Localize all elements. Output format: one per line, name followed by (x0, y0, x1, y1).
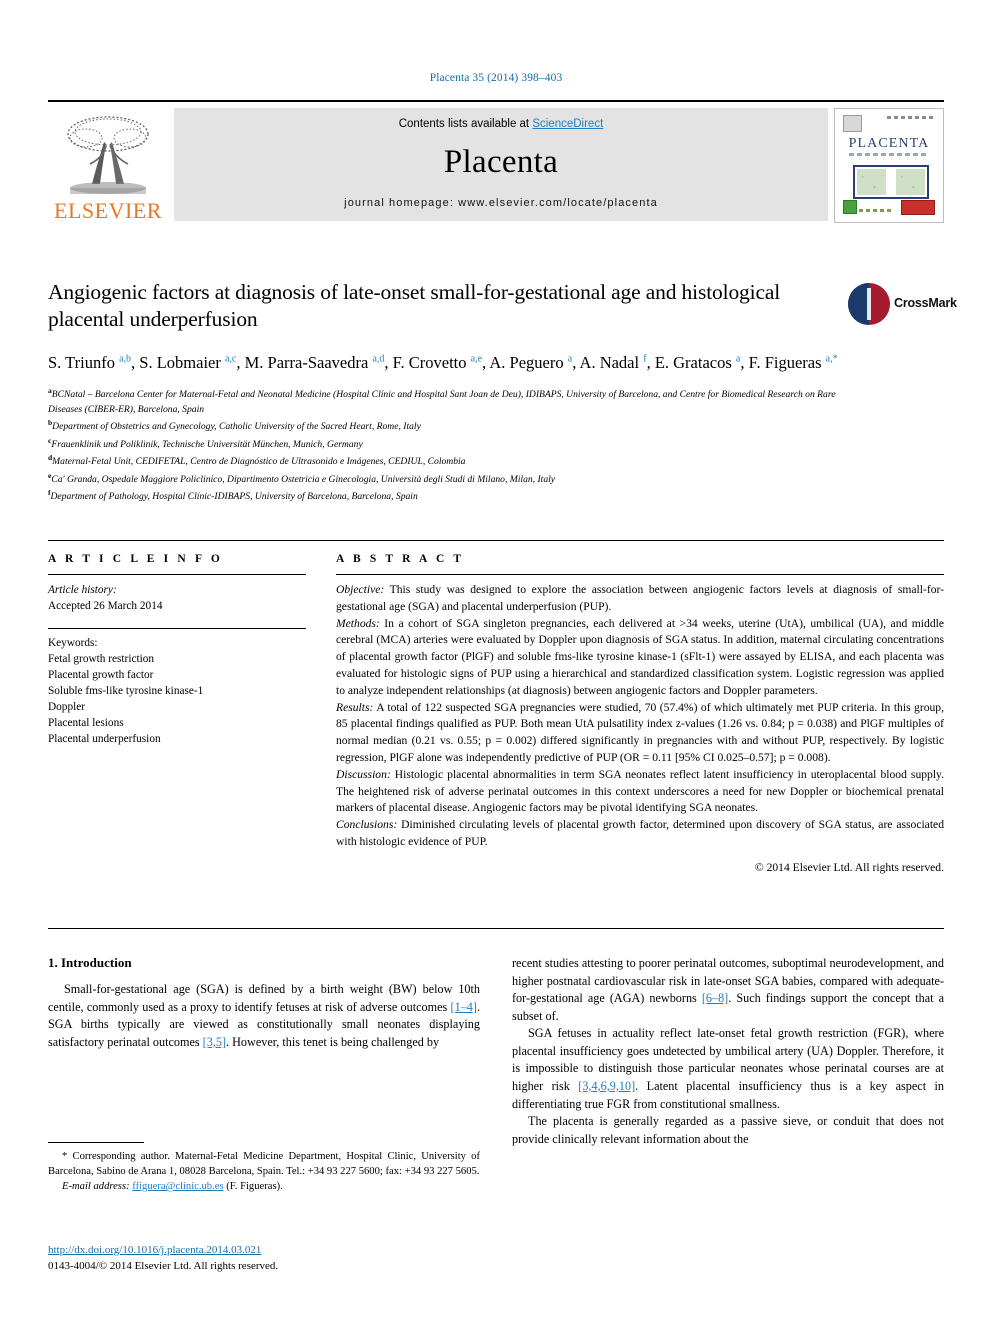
email-link[interactable]: ffiguera@clinic.ub.es (132, 1181, 223, 1192)
keyword-item: Doppler (48, 701, 86, 714)
abstract-copyright: © 2014 Elsevier Ltd. All rights reserved… (754, 860, 944, 874)
body-paragraph: recent studies attesting to poorer perin… (512, 956, 944, 1023)
cover-subtitle-lines (849, 153, 929, 156)
cover-journal-title: PLACENTA (848, 136, 930, 151)
journal-homepage-line[interactable]: journal homepage: www.elsevier.com/locat… (174, 197, 828, 209)
abstract-heading: A B S T R A C T (336, 553, 465, 565)
affiliation-item: eCa' Granda, Ospedale Maggiore Policlini… (48, 470, 556, 485)
email-suffix: (F. Figueras). (223, 1181, 283, 1193)
info-rule-top (48, 574, 306, 575)
issn-copyright-line: 0143-4004/© 2014 Elsevier Ltd. All right… (48, 1259, 279, 1272)
article-history: Article history: Accepted 26 March 2014 (48, 582, 306, 614)
affiliation-item: bDepartment of Obstetrics and Gynecology… (48, 417, 421, 433)
corresponding-author-text: * Corresponding author. Maternal-Fetal M… (48, 1151, 480, 1178)
body-divider (48, 928, 944, 929)
abstract-column: A B S T R A C T Objective: This study wa… (324, 541, 944, 874)
running-head: Placenta 35 (2014) 398–403 (429, 72, 563, 84)
article-info-column: A R T I C L E I N F O Article history: A… (48, 541, 324, 874)
journal-title: Placenta (443, 144, 559, 180)
affiliation-list: aBCNatal – Barcelona Center for Maternal… (48, 385, 868, 505)
abstract-section: Discussion: Histologic placental abnorma… (336, 767, 944, 815)
info-abstract-region: A R T I C L E I N F O Article history: A… (48, 540, 944, 874)
footnote-rule (48, 1142, 144, 1143)
page-title: Angiogenic factors at diagnosis of late-… (48, 280, 781, 332)
cover-figure-right (896, 169, 925, 195)
journal-masthead: ELSEVIER Contents lists available at Sci… (48, 100, 944, 223)
section-heading-introduction: 1. Introduction (48, 955, 132, 970)
keyword-item: Placental underperfusion (48, 733, 161, 746)
body-paragraph: The placenta is generally regarded as a … (512, 1114, 944, 1146)
abstract-body: Objective: This study was designed to ex… (336, 582, 944, 851)
keyword-item: Soluble fms-like tyrosine kinase-1 (48, 685, 204, 698)
cover-red-logo (901, 200, 935, 215)
keyword-item: Placental growth factor (48, 669, 154, 682)
cover-issue-lines (887, 116, 935, 119)
doi-link[interactable]: http://dx.doi.org/10.1016/j.placenta.201… (48, 1244, 261, 1256)
body-paragraph: Small-for-gestational age (SGA) is defin… (48, 982, 480, 1049)
citation-link[interactable]: [3,5] (203, 1035, 226, 1049)
paper-page: Placenta 35 (2014) 398–403 ELSEVIER Cont… (0, 0, 992, 1323)
journal-cover-thumbnail: PLACENTA (834, 108, 944, 223)
affiliation-item: aBCNatal – Barcelona Center for Maternal… (48, 386, 836, 415)
cover-figure-gap (888, 167, 894, 197)
keyword-list: Fetal growth restriction Placental growth… (48, 651, 306, 747)
email-label: E-mail address: (62, 1181, 130, 1193)
sciencedirect-link[interactable]: ScienceDirect (532, 118, 603, 130)
crossmark-badge[interactable]: CrossMark (848, 283, 957, 329)
footer-doi-block: http://dx.doi.org/10.1016/j.placenta.201… (48, 1243, 548, 1275)
crossmark-label: CrossMark (894, 296, 957, 310)
cover-logo-box (843, 115, 862, 132)
title-block: Angiogenic factors at diagnosis of late-… (48, 279, 957, 505)
citation-link[interactable]: [1–4] (451, 1000, 477, 1014)
keyword-item: Fetal growth restriction (48, 653, 155, 666)
cover-bottom-lines (859, 209, 893, 212)
crossmark-icon (848, 283, 890, 325)
keywords-label: Keywords: (48, 637, 98, 650)
article-history-value: Accepted 26 March 2014 (48, 600, 163, 613)
article-info-heading: A R T I C L E I N F O (48, 553, 223, 565)
citation-link[interactable]: [6–8] (702, 991, 728, 1005)
abstract-section: Objective: This study was designed to ex… (336, 583, 944, 613)
body-columns: 1. Introduction Small-for-gestational ag… (48, 955, 944, 1148)
affiliation-item: cFrauenklinik und Poliklinik, Technische… (48, 435, 363, 450)
body-paragraph: SGA fetuses in actuality reflect late-on… (512, 1026, 944, 1111)
abstract-section-label: Conclusions: (336, 818, 398, 832)
abstract-section-label: Methods: (336, 616, 380, 630)
corresponding-author-footnote: * Corresponding author. Maternal-Fetal M… (48, 1142, 480, 1194)
cover-figure-left (857, 169, 886, 195)
contents-prefix: Contents lists available at (398, 118, 533, 130)
abstract-section-label: Results: (336, 700, 374, 714)
cover-green-logo (843, 200, 857, 214)
cover-figure (853, 165, 929, 199)
body-column-right: recent studies attesting to poorer perin… (512, 955, 944, 1148)
abstract-rule (336, 574, 944, 575)
article-history-label: Article history: (48, 584, 117, 596)
abstract-section: Results: A total of 122 suspected SGA pr… (336, 700, 944, 764)
citation-link[interactable]: [3,4,6,9,10] (578, 1079, 635, 1093)
abstract-section-label: Discussion: (336, 767, 391, 781)
keywords-block: Keywords: Fetal growth restriction Placen… (48, 628, 306, 747)
keyword-item: Placental lesions (48, 717, 124, 730)
author-list: S. Triunfo a,b, S. Lobmaier a,c, M. Parr… (48, 352, 838, 372)
journal-banner: Contents lists available at ScienceDirec… (174, 108, 828, 221)
info-rule-mid (48, 628, 306, 630)
abstract-section-label: Objective: (336, 583, 385, 596)
intro-left-paragraphs: Small-for-gestational age (SGA) is defin… (48, 981, 480, 1051)
body-column-left: 1. Introduction Small-for-gestational ag… (48, 955, 480, 1148)
affiliation-item: fDepartment of Pathology, Hospital Clíni… (48, 488, 418, 503)
elsevier-wordmark: ELSEVIER (54, 198, 162, 223)
contents-available-line: Contents lists available at ScienceDirec… (174, 108, 828, 130)
elsevier-tree-icon (56, 112, 160, 200)
email-line: E-mail address: ffiguera@clinic.ub.es (F… (48, 1179, 480, 1194)
intro-right-paragraphs: recent studies attesting to poorer perin… (512, 955, 944, 1148)
abstract-section: Methods: In a cohort of SGA singleton pr… (336, 616, 944, 697)
abstract-section: Conclusions: Diminished circulating leve… (336, 818, 944, 848)
affiliation-item: dMaternal-Fetal Unit, CEDIFETAL, Centro … (48, 453, 466, 468)
elsevier-logo: ELSEVIER (48, 108, 168, 223)
